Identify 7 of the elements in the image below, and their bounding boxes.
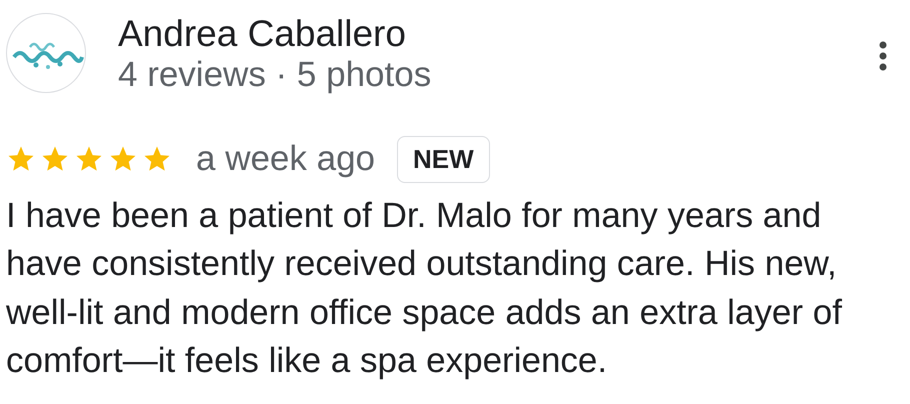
reviewer-stats: 4 reviews · 5 photos [118, 55, 432, 95]
reviewer-name[interactable]: Andrea Caballero [118, 13, 878, 55]
new-badge: NEW [397, 136, 490, 183]
more-icon [879, 41, 887, 71]
more-options-button[interactable] [878, 39, 888, 73]
review-time: a week ago [196, 138, 376, 180]
review-text: I have been a patient of Dr. Malo for many years and have consistently received outstanding care. His new, well-lit and modern office space adds an extra layer of comfort—it feels like a spa experience. [6, 194, 843, 382]
